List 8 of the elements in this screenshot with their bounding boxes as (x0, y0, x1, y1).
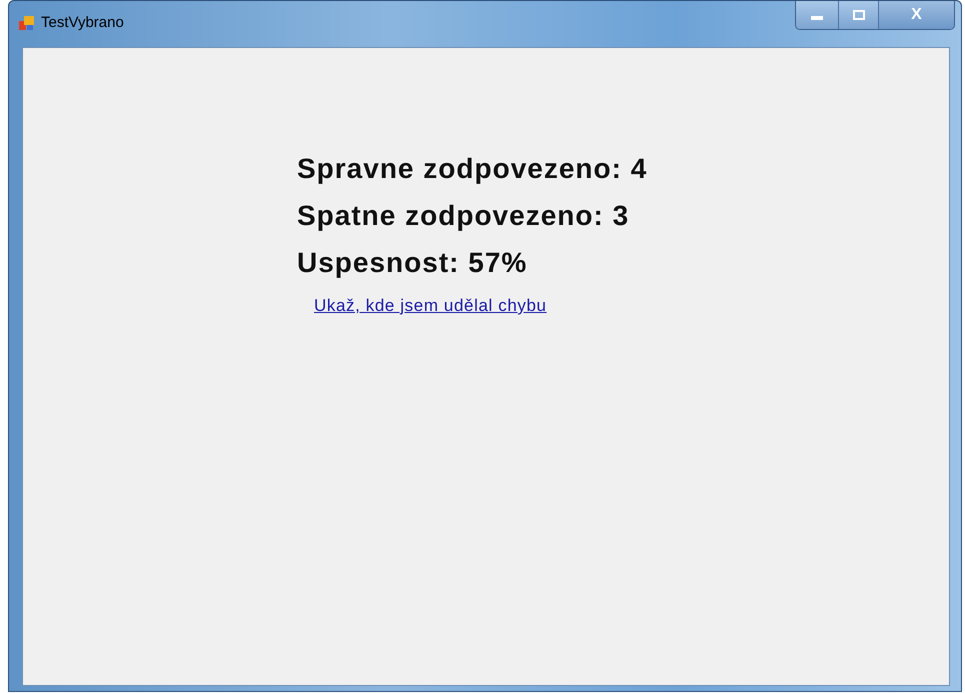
app-icon (19, 15, 35, 31)
result-text: Uspesnost: 57% (297, 247, 528, 280)
result-text: Spravne zodpovezeno: 4 (297, 153, 648, 186)
window-title: TestVybrano (41, 14, 124, 31)
minimize-button[interactable] (796, 1, 838, 29)
show-mistakes-link[interactable]: Ukaž, kde jsem udělal chybu (314, 296, 547, 316)
maximize-button[interactable] (838, 1, 878, 29)
result-text: Spatne zodpovezeno: 3 (297, 200, 630, 233)
